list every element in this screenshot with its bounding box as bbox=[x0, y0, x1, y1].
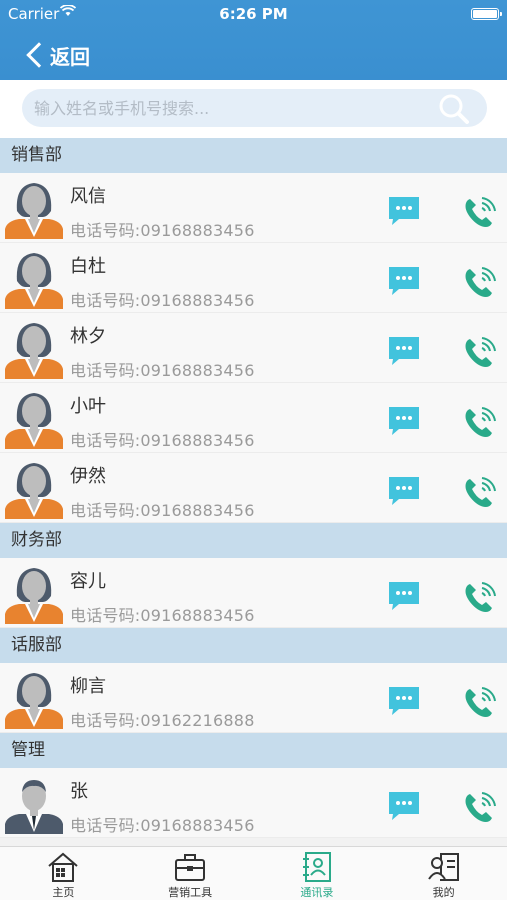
avatar bbox=[3, 772, 65, 834]
contact-row[interactable]: 林夕电话号码:09168883456 bbox=[0, 313, 507, 383]
section-header: 财务部 bbox=[0, 523, 507, 558]
back-label: 返回 bbox=[50, 44, 90, 69]
contact-row[interactable]: 张电话号码:09168883456 bbox=[0, 768, 507, 838]
contact-row[interactable]: 容儿电话号码:09168883456 bbox=[0, 558, 507, 628]
status-time: 6:26 PM bbox=[219, 5, 288, 23]
contact-name: 张 bbox=[70, 781, 88, 802]
home-icon bbox=[48, 852, 79, 882]
avatar bbox=[3, 387, 65, 449]
phone-call-icon[interactable] bbox=[460, 263, 498, 301]
tab-contacts[interactable]: 通讯录 bbox=[254, 847, 381, 900]
status-bar: Carrier 6:26 PM bbox=[0, 4, 507, 25]
message-icon[interactable] bbox=[387, 405, 421, 437]
message-icon[interactable] bbox=[387, 790, 421, 822]
avatar bbox=[3, 177, 65, 239]
contact-name: 白杜 bbox=[70, 256, 106, 277]
search-input[interactable] bbox=[34, 89, 434, 127]
search-box bbox=[22, 89, 487, 127]
tab-marketing[interactable]: 营销工具 bbox=[127, 847, 254, 900]
contact-phone: 电话号码:09168883456 bbox=[70, 291, 255, 310]
phone-call-icon[interactable] bbox=[460, 333, 498, 371]
contact-phone: 电话号码:09168883456 bbox=[70, 501, 255, 520]
header: Carrier 6:26 PM 返回 bbox=[0, 0, 507, 80]
phone-call-icon[interactable] bbox=[460, 683, 498, 721]
contact-name: 容儿 bbox=[70, 571, 106, 592]
message-icon[interactable] bbox=[387, 475, 421, 507]
profile-icon bbox=[427, 853, 459, 881]
contact-name: 风信 bbox=[70, 186, 106, 207]
contact-row[interactable]: 白杜电话号码:09168883456 bbox=[0, 243, 507, 313]
contact-phone: 电话号码:09162216888 bbox=[70, 711, 255, 730]
search-bar bbox=[0, 80, 507, 138]
message-icon[interactable] bbox=[387, 195, 421, 227]
section-header: 话服部 bbox=[0, 628, 507, 663]
contact-name: 小叶 bbox=[70, 396, 106, 417]
tab-profile[interactable]: 我的 bbox=[380, 847, 507, 900]
contact-name: 伊然 bbox=[70, 466, 106, 487]
tab-label: 营销工具 bbox=[168, 886, 213, 899]
avatar bbox=[3, 562, 65, 624]
briefcase-icon bbox=[175, 854, 206, 881]
phone-call-icon[interactable] bbox=[460, 193, 498, 231]
phone-call-icon[interactable] bbox=[460, 788, 498, 826]
contact-phone: 电话号码:09168883456 bbox=[70, 431, 255, 450]
battery-icon bbox=[471, 8, 502, 20]
message-icon[interactable] bbox=[387, 580, 421, 612]
tab-label: 通讯录 bbox=[300, 886, 334, 899]
tab-bar: 主页 营销工具 通讯录 我的 bbox=[0, 846, 507, 900]
message-icon[interactable] bbox=[387, 265, 421, 297]
contact-row[interactable]: 柳言电话号码:09162216888 bbox=[0, 663, 507, 733]
contact-phone: 电话号码:09168883456 bbox=[70, 606, 255, 625]
phone-call-icon[interactable] bbox=[460, 473, 498, 511]
phone-call-icon[interactable] bbox=[460, 403, 498, 441]
phone-call-icon[interactable] bbox=[460, 578, 498, 616]
contact-row[interactable]: 伊然电话号码:09168883456 bbox=[0, 453, 507, 523]
avatar bbox=[3, 457, 65, 519]
contact-phone: 电话号码:09168883456 bbox=[70, 361, 255, 380]
avatar bbox=[3, 247, 65, 309]
message-icon[interactable] bbox=[387, 335, 421, 367]
contact-phone: 电话号码:09168883456 bbox=[70, 221, 255, 240]
contacts-icon bbox=[302, 852, 331, 882]
contact-row[interactable]: 风信电话号码:09168883456 bbox=[0, 173, 507, 243]
contact-name: 林夕 bbox=[70, 326, 106, 347]
section-header: 管理 bbox=[0, 733, 507, 768]
search-icon[interactable] bbox=[437, 93, 471, 125]
chevron-left-icon bbox=[26, 42, 52, 68]
tab-label: 主页 bbox=[52, 886, 75, 899]
back-button[interactable]: 返回 bbox=[24, 38, 90, 72]
tab-home[interactable]: 主页 bbox=[0, 847, 127, 900]
section-header: 销售部 bbox=[0, 138, 507, 173]
contact-list: 销售部 风信 电话号码:09168883456 白杜 电话号码:09168883456 林… bbox=[0, 138, 507, 846]
avatar bbox=[3, 317, 65, 379]
contact-phone: 电话号码:09168883456 bbox=[70, 816, 255, 835]
message-icon[interactable] bbox=[387, 685, 421, 717]
contact-row[interactable]: 小叶电话号码:09168883456 bbox=[0, 383, 507, 453]
tab-label: 我的 bbox=[432, 886, 455, 899]
avatar bbox=[3, 667, 65, 729]
contact-name: 柳言 bbox=[70, 676, 106, 697]
